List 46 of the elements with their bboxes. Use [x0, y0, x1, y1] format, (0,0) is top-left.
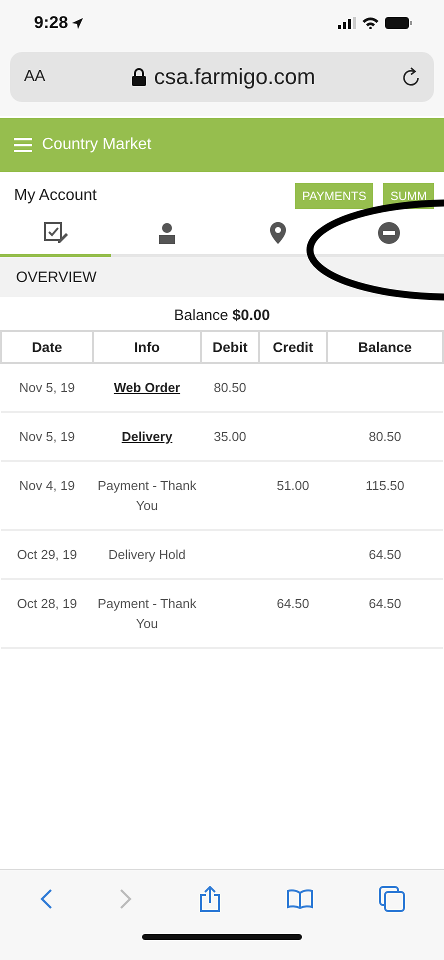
column-header: Credit	[259, 331, 327, 363]
date-cell: Oct 28, 19	[17, 596, 77, 611]
share-icon[interactable]	[199, 886, 221, 912]
balance-cell: 80.50	[368, 429, 402, 444]
balance-label: Balance	[174, 307, 228, 324]
info-link[interactable]: Delivery	[122, 429, 172, 444]
lock-icon	[132, 68, 146, 86]
battery-icon	[385, 17, 412, 29]
debit-cell: 80.50	[214, 380, 246, 395]
signal-icon	[338, 17, 356, 29]
wifi-icon	[362, 17, 379, 29]
info-link[interactable]: Web Order	[114, 380, 180, 395]
bookmarks-icon[interactable]	[287, 889, 313, 909]
status-time: 9:28	[34, 13, 68, 33]
text-size-button[interactable]: AA	[24, 68, 46, 86]
date-cell: Nov 5, 19	[19, 429, 75, 444]
credit-cell: 64.50	[276, 596, 310, 611]
info-cell: Payment - Thank You	[98, 478, 196, 513]
minus-circle-icon	[378, 222, 400, 244]
location-pin-icon	[270, 222, 286, 244]
info-cell: Delivery Hold	[108, 547, 186, 562]
balance-amount: $0.00	[232, 307, 270, 324]
person-icon	[156, 221, 176, 245]
info-cell: Payment - Thank You	[98, 596, 196, 631]
balance-cell: 115.50	[366, 478, 404, 493]
date-cell: Nov 4, 19	[19, 478, 75, 493]
column-header: Balance	[327, 331, 443, 363]
reload-icon[interactable]	[402, 67, 420, 87]
store-title: Country Market	[42, 136, 152, 154]
checklist-icon	[44, 222, 68, 244]
date-cell: Nov 5, 19	[19, 380, 75, 395]
tabs-icon[interactable]	[379, 886, 405, 912]
balance-cell: 64.50	[368, 547, 402, 562]
section-title: OVERVIEW	[16, 268, 97, 286]
date-cell: Oct 29, 19	[17, 547, 77, 562]
page-title: My Account	[14, 187, 97, 205]
credit-cell: 51.00	[276, 478, 310, 493]
column-header: Debit	[201, 331, 259, 363]
back-icon[interactable]	[39, 888, 53, 910]
column-header: Info	[93, 331, 201, 363]
debit-cell: 35.00	[214, 429, 246, 444]
url-text[interactable]: csa.farmigo.com	[154, 64, 316, 90]
location-arrow-icon	[72, 18, 84, 28]
column-header: Date	[1, 331, 93, 363]
menu-icon[interactable]	[14, 138, 32, 152]
balance-cell: 64.50	[368, 596, 402, 611]
